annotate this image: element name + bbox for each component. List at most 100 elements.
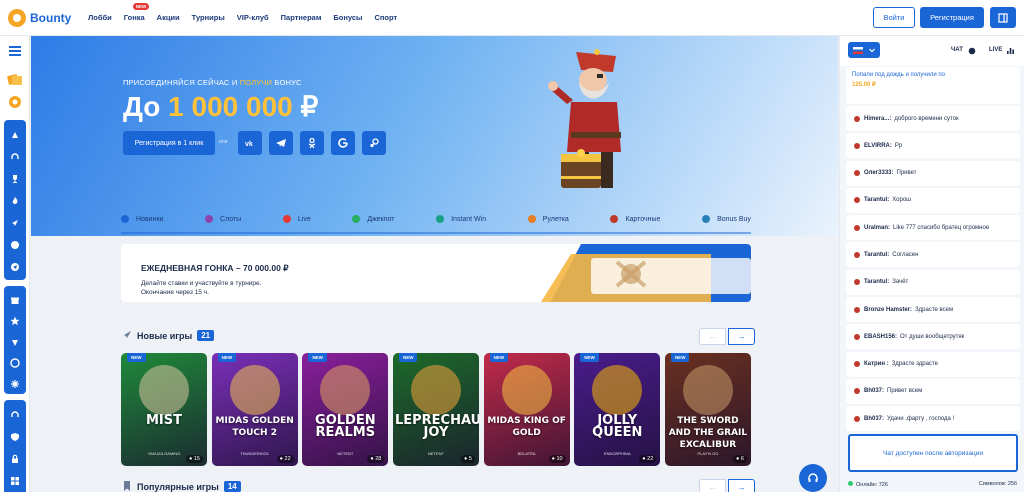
sidebar-coin-icon[interactable] [4,352,26,373]
vk-button[interactable]: vk [238,131,262,155]
game-player-count: ● 15 [186,455,203,463]
one-click-register-button[interactable]: Регистрация в 1 клик [123,131,215,155]
chat-username[interactable]: EBASH156: [864,334,897,340]
nav-race-label: Гонка [123,13,145,22]
nav-race[interactable]: Гонка NEW [123,3,150,22]
game-card[interactable]: NEWLEPRECHAUN JOYNETENT● 5 [392,353,479,466]
game-card[interactable]: NEW MIDAS KING OF GOLD BELATRA ● 10 [483,353,570,466]
odnoklassniki-icon [308,137,316,149]
category-label: Instant Win [451,215,487,223]
tickets-icon[interactable] [6,72,24,88]
chat-username[interactable]: Bh037: [864,388,884,394]
category-tab-5[interactable]: Рулетка [527,215,569,223]
chat-username[interactable]: Tarantul: [864,197,889,203]
game-new-badge: NEW [398,353,418,362]
logo[interactable]: Bounty [8,8,80,27]
category-tab-4[interactable]: Instant Win [436,215,486,223]
chat-auth-notice[interactable]: Чат доступен после авторизации [848,434,1018,472]
sidebar-fire-icon[interactable] [4,190,26,212]
nav-promotions[interactable]: Акции [157,13,180,22]
google-button[interactable] [331,131,355,155]
daily-race-banner[interactable]: ЕЖЕДНЕВНАЯ ГОНКА – 70 000.00 ₽ Делайте с… [121,244,751,302]
rocket-icon [124,331,131,338]
category-tab-1[interactable]: Слоты [205,215,241,223]
category-label: Bonus Buy [717,215,751,223]
game-player-count: ● 5 [461,455,475,463]
sidebar-star-icon[interactable] [4,311,26,332]
sidebar-games-group [4,120,26,280]
sidebar-sparkle-icon[interactable] [4,373,26,394]
popular-games-next-button[interactable]: → [728,479,755,492]
chat-text: Привет всем [887,388,923,395]
game-card[interactable]: NEW MIDAS GOLDEN TOUCH 2 THUNDERKICK ● 22 [211,353,298,466]
sidebar-diamond-icon[interactable] [4,332,26,353]
sidebar-shield-icon[interactable] [4,426,26,448]
chat-username[interactable]: Катрин : [864,361,889,367]
popular-games-prev-button[interactable]: ← [699,479,726,492]
category-label: Live [297,215,311,223]
nav-partners[interactable]: Партнерам [281,13,322,22]
nav-lobby[interactable]: Лобби [88,13,112,22]
category-tab-0[interactable]: Новинки [121,215,163,223]
nav-sport[interactable]: Спорт [374,13,397,22]
sidebar-gift-icon[interactable] [4,290,26,311]
chat-text: Удачи ,фарту , господа ! [887,415,955,422]
chat-toggle-button[interactable] [990,7,1016,28]
game-new-badge: NEW [580,353,599,362]
chat-message: ELVIRRA: Рр [846,133,1020,159]
login-button[interactable]: Войти [873,7,915,28]
category-tab-7[interactable]: Bonus Buy [702,215,751,223]
language-selector[interactable] [848,42,880,58]
main-content: ПРИСОЕДИНЯЙСЯ СЕЙЧАС И ПОЛУЧИ БОНУС До 1… [31,36,838,492]
sidebar-slots-icon[interactable] [4,124,26,146]
game-card[interactable]: NEW JOLLY QUEEN ENDORPHINA ● 22 [574,353,661,466]
chat-username[interactable]: Uralman: [864,225,890,231]
support-chat-button[interactable] [799,464,827,492]
sidebar-headphones-icon[interactable] [4,146,26,168]
chat-text: От души вообщетрутяк [900,333,965,340]
steam-icon [370,138,379,148]
steam-button[interactable] [362,131,386,155]
game-card[interactable]: NEW GOLDEN REALMS NETENT ● 28 [302,353,389,466]
online-dot-icon [848,480,853,486]
chat-username[interactable]: ELVIRRA: [864,143,892,149]
category-icon [436,215,445,223]
new-badge: NEW [132,3,150,10]
sidebar-support-icon[interactable] [4,404,26,426]
chat-username[interactable]: Bh037: [864,416,884,422]
chat-username[interactable]: Tarantul: [864,252,889,258]
sidebar-trophy-icon[interactable] [4,168,26,190]
chat-username[interactable]: Tarantul: [864,279,889,285]
chat-username[interactable]: Олег3333: [864,170,894,176]
menu-icon[interactable] [9,46,21,56]
sidebar-grid-icon[interactable] [4,470,26,492]
category-tab-6[interactable]: Карточные [610,215,660,223]
category-tab-3[interactable]: Джекпот [352,215,394,223]
category-icon [352,215,361,223]
chat-message: Катрин : Здрасте здрасте [846,351,1020,377]
game-count-value: 10 [556,456,563,462]
category-label: Карточные [625,215,661,223]
sidebar-rocket-icon[interactable] [4,212,26,234]
chat-text: Здрасте всем [915,306,954,313]
tab-chat[interactable]: ЧАТ [951,47,963,53]
game-card[interactable]: NEW THE SWORD AND THE GRAIL EXCALIBUR PLAY… [664,353,751,466]
register-button[interactable]: Регистрация [920,7,984,28]
chat-username[interactable]: Bronze Hamster: [864,307,912,313]
sidebar-telegram-icon[interactable] [4,256,26,278]
telegram-button[interactable] [269,131,293,155]
nav-vip-club[interactable]: VIP-клуб [237,13,269,22]
bonus-gear-icon[interactable] [6,94,24,110]
category-tab-2[interactable]: Live [282,215,311,223]
game-card[interactable]: NEW MIST YAKUZA GAMING ● 15 [121,353,207,466]
nav-tournaments[interactable]: Турниры [192,13,225,22]
nav-bonuses[interactable]: Бонусы [333,13,362,22]
chat-username[interactable]: Himera...: [864,116,891,122]
bookmark-icon [124,481,130,491]
sidebar-cards-icon[interactable] [4,234,26,256]
sidebar-lock-icon[interactable] [4,448,26,470]
odnoklassniki-button[interactable] [300,131,324,155]
tab-live[interactable]: LIVE [989,47,1002,53]
new-games-next-button[interactable]: → [728,328,755,345]
new-games-prev-button[interactable]: ← [699,328,726,345]
